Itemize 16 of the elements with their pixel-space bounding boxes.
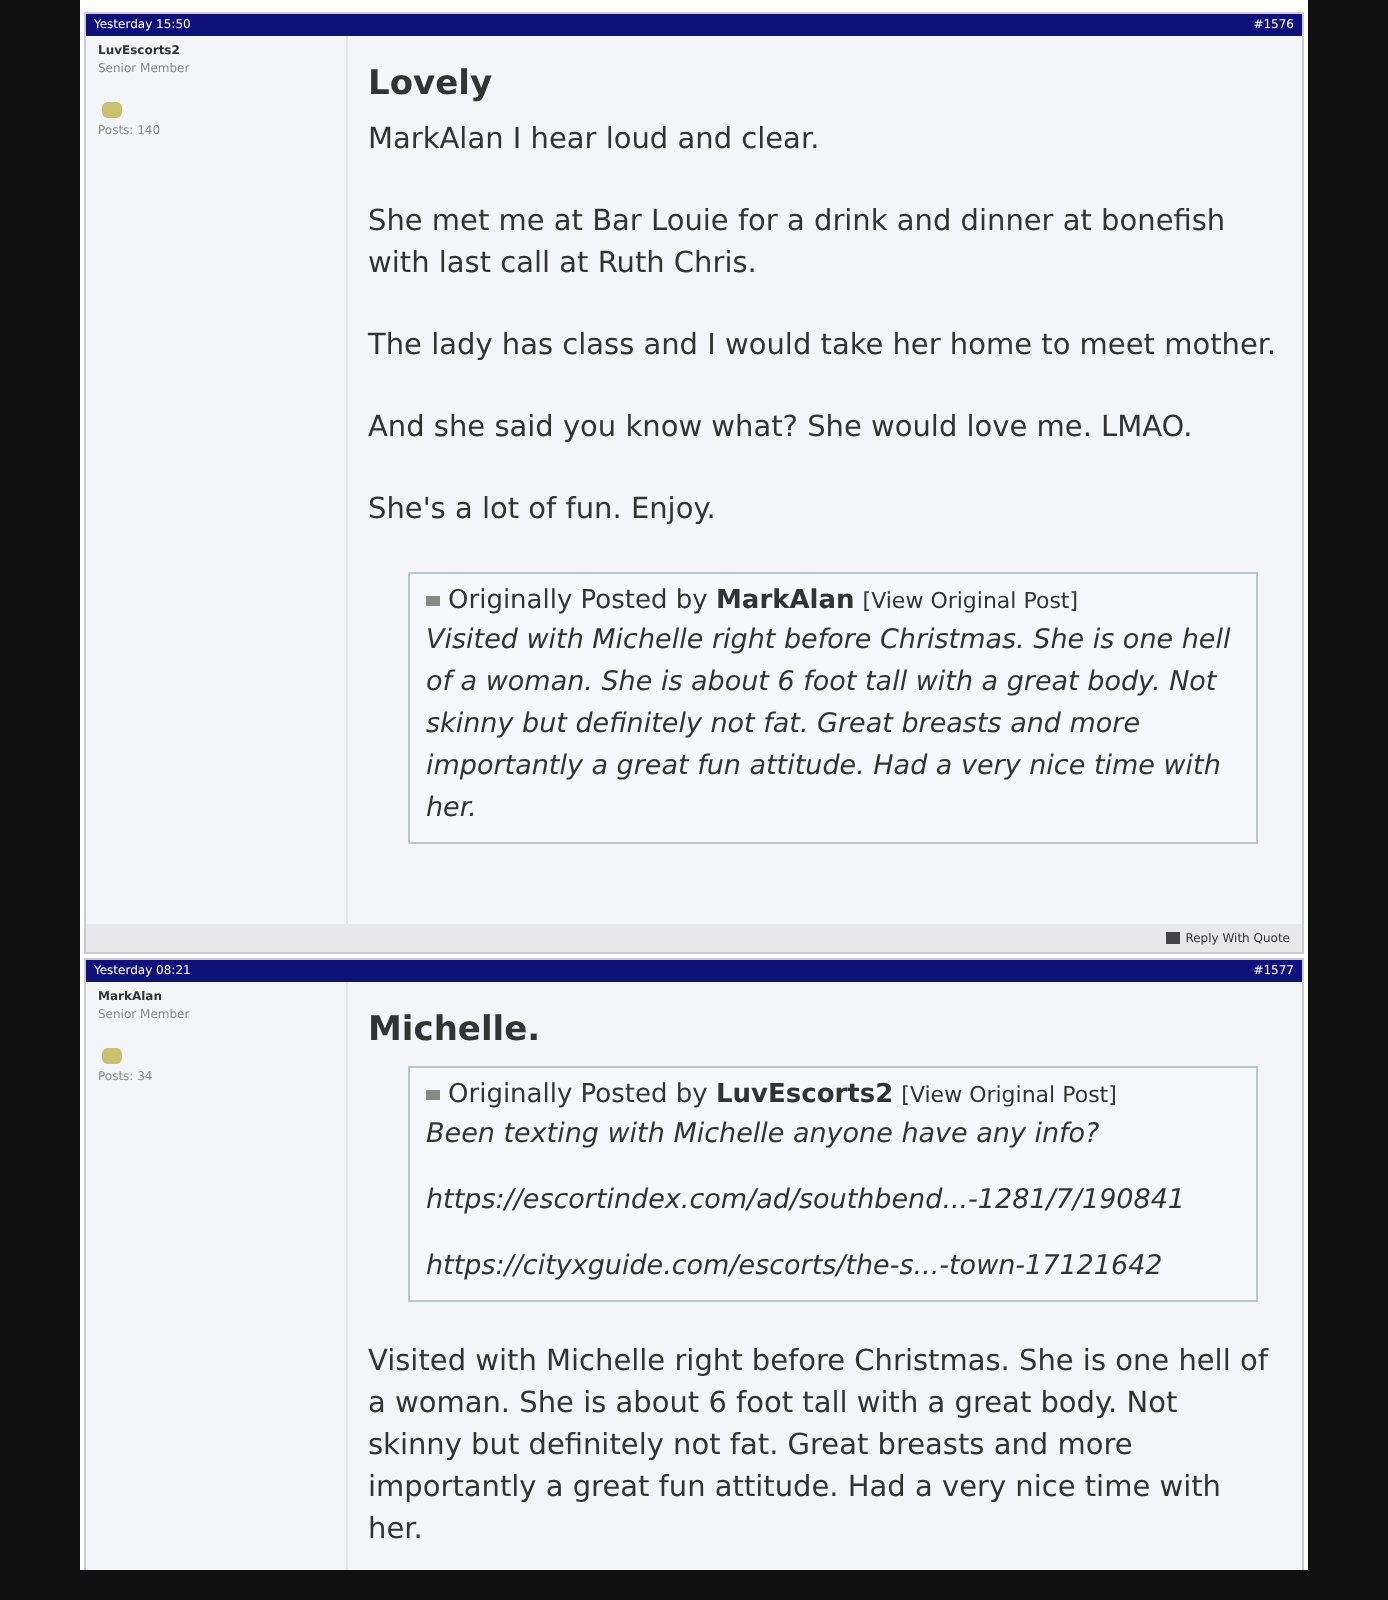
quote-text: https://escortindex.com/ad/southbend...-1281/7/190841 bbox=[426, 1182, 1188, 1220]
quote-text: Visited with Michelle right before Christmas. She is one hell of a woman. She is about 6 foot tall with a great body. Not skinny but definitely not fat. Great breasts and more importantly a great fun attitude. Had a very nice time with her. bbox=[426, 622, 1233, 828]
quote-attribution: Originally Posted by LuvEscorts2 bbox=[448, 1080, 894, 1110]
post-text: MarkAlan I hear loud and clear. bbox=[368, 122, 822, 160]
quote-text: https://cityxguide.com/escorts/the-s...-town-17121642 bbox=[426, 1248, 1165, 1286]
quote-attribution: Originally Posted by MarkAlan bbox=[448, 586, 855, 616]
post-text: And she said you know what? She would love me. LMAO. bbox=[368, 410, 1195, 448]
quote-text: Been texting with Michelle anyone have any info? bbox=[426, 1116, 1102, 1154]
post-text: The lady has class and I would take her home to meet mother. bbox=[368, 328, 1278, 366]
post-title: Lovely bbox=[368, 64, 495, 104]
post-text: She met me at Bar Louie for a drink and dinner at bonefish with last call at Ruth Chris. bbox=[368, 204, 1228, 284]
view-post-link[interactable]: [View Original Post] bbox=[901, 1082, 1117, 1108]
post-title: Michelle. bbox=[368, 1010, 543, 1050]
post-text: She's a lot of fun. Enjoy. bbox=[368, 492, 718, 530]
post-text: Visited with Michelle right before Christmas. She is one hell of a woman. She is about 6 foot tall with a great body. Not skinny but definitely not fat. Great breasts and more importantly a great fun attitude. Had a very nice time with her. bbox=[368, 1344, 1271, 1550]
view-post-link[interactable]: [View Original Post] bbox=[862, 588, 1079, 614]
